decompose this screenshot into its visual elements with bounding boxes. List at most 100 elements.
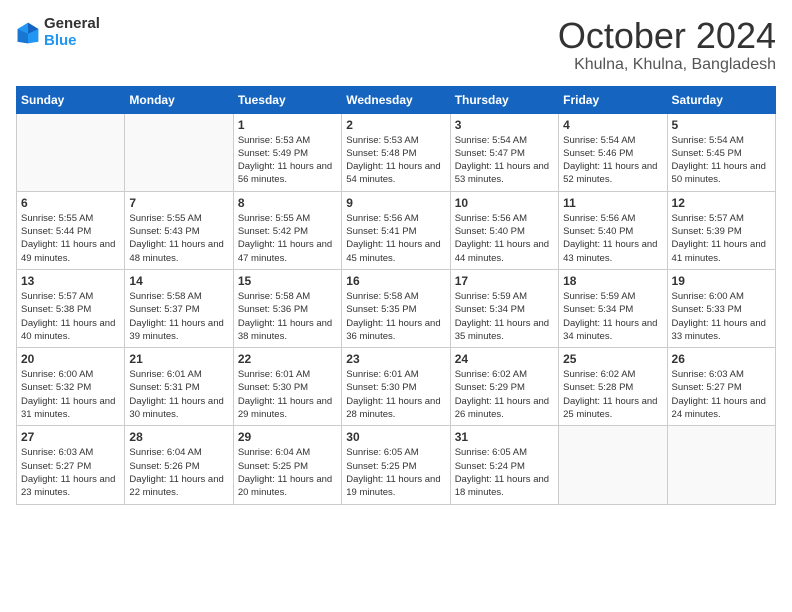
- calendar-cell: [559, 426, 667, 504]
- logo-line2: Blue: [44, 33, 100, 50]
- calendar-cell: 1 Sunrise: 5:53 AMSunset: 5:49 PMDaylight…: [233, 113, 341, 191]
- calendar-cell: 27 Sunrise: 6:03 AMSunset: 5:27 PMDayligh…: [17, 426, 125, 504]
- title-area: October 2024 Khulna, Khulna, Bangladesh: [558, 16, 776, 74]
- day-info: Sunrise: 6:03 AMSunset: 5:27 PMDaylight:…: [21, 446, 120, 499]
- logo-line1: General: [44, 16, 100, 33]
- logo-icon: [16, 21, 40, 45]
- calendar-cell: 17 Sunrise: 5:59 AMSunset: 5:34 PMDayligh…: [450, 269, 558, 347]
- calendar-cell: 7 Sunrise: 5:55 AMSunset: 5:43 PMDaylight…: [125, 191, 233, 269]
- calendar-cell: 20 Sunrise: 6:00 AMSunset: 5:32 PMDayligh…: [17, 348, 125, 426]
- calendar-cell: 4 Sunrise: 5:54 AMSunset: 5:46 PMDaylight…: [559, 113, 667, 191]
- day-info: Sunrise: 5:58 AMSunset: 5:36 PMDaylight:…: [238, 290, 337, 343]
- calendar-cell: 10Sunrise: 5:56 AMSunset: 5:40 PMDayligh…: [450, 191, 558, 269]
- header-row: SundayMondayTuesdayWednesdayThursdayFrid…: [17, 86, 776, 113]
- calendar-cell: 3 Sunrise: 5:54 AMSunset: 5:47 PMDaylight…: [450, 113, 558, 191]
- day-info: Sunrise: 5:54 AMSunset: 5:45 PMDaylight:…: [672, 134, 771, 187]
- day-number: 4: [563, 118, 662, 132]
- logo: General Blue: [16, 16, 100, 49]
- logo-text: General Blue: [44, 16, 100, 49]
- calendar-cell: 12Sunrise: 5:57 AMSunset: 5:39 PMDayligh…: [667, 191, 775, 269]
- header-day: Saturday: [667, 86, 775, 113]
- calendar-cell: 22 Sunrise: 6:01 AMSunset: 5:30 PMDayligh…: [233, 348, 341, 426]
- day-number: 11: [563, 196, 662, 210]
- day-number: 24: [455, 352, 554, 366]
- day-info: Sunrise: 6:05 AMSunset: 5:25 PMDaylight:…: [346, 446, 445, 499]
- day-info: Sunrise: 5:53 AMSunset: 5:48 PMDaylight:…: [346, 134, 445, 187]
- day-info: Sunrise: 6:02 AMSunset: 5:29 PMDaylight:…: [455, 368, 554, 421]
- calendar-week: 6Sunrise: 5:55 AMSunset: 5:44 PMDaylight…: [17, 191, 776, 269]
- day-info: Sunrise: 6:04 AMSunset: 5:25 PMDaylight:…: [238, 446, 337, 499]
- calendar-cell: 8Sunrise: 5:55 AMSunset: 5:42 PMDaylight…: [233, 191, 341, 269]
- calendar-cell: 18 Sunrise: 5:59 AMSunset: 5:34 PMDayligh…: [559, 269, 667, 347]
- day-info: Sunrise: 5:56 AMSunset: 5:40 PMDaylight:…: [563, 212, 662, 265]
- day-info: Sunrise: 5:56 AMSunset: 5:40 PMDaylight:…: [455, 212, 554, 265]
- calendar-cell: 19 Sunrise: 6:00 AMSunset: 5:33 PMDayligh…: [667, 269, 775, 347]
- calendar-cell: 5 Sunrise: 5:54 AMSunset: 5:45 PMDaylight…: [667, 113, 775, 191]
- day-info: Sunrise: 6:05 AMSunset: 5:24 PMDaylight:…: [455, 446, 554, 499]
- day-number: 31: [455, 430, 554, 444]
- calendar-cell: 15Sunrise: 5:58 AMSunset: 5:36 PMDayligh…: [233, 269, 341, 347]
- day-info: Sunrise: 6:02 AMSunset: 5:28 PMDaylight:…: [563, 368, 662, 421]
- calendar-cell: 29 Sunrise: 6:04 AMSunset: 5:25 PMDayligh…: [233, 426, 341, 504]
- day-info: Sunrise: 6:01 AMSunset: 5:30 PMDaylight:…: [238, 368, 337, 421]
- month-title: October 2024: [558, 16, 776, 56]
- calendar-cell: 31 Sunrise: 6:05 AMSunset: 5:24 PMDayligh…: [450, 426, 558, 504]
- calendar-cell: 14Sunrise: 5:58 AMSunset: 5:37 PMDayligh…: [125, 269, 233, 347]
- calendar-cell: 2 Sunrise: 5:53 AMSunset: 5:48 PMDaylight…: [342, 113, 450, 191]
- day-info: Sunrise: 6:01 AMSunset: 5:31 PMDaylight:…: [129, 368, 228, 421]
- day-info: Sunrise: 6:01 AMSunset: 5:30 PMDaylight:…: [346, 368, 445, 421]
- header-day: Thursday: [450, 86, 558, 113]
- calendar-week: 20 Sunrise: 6:00 AMSunset: 5:32 PMDayligh…: [17, 348, 776, 426]
- day-info: Sunrise: 6:03 AMSunset: 5:27 PMDaylight:…: [672, 368, 771, 421]
- calendar-cell: 30Sunrise: 6:05 AMSunset: 5:25 PMDayligh…: [342, 426, 450, 504]
- day-number: 23: [346, 352, 445, 366]
- day-info: Sunrise: 5:55 AMSunset: 5:42 PMDaylight:…: [238, 212, 337, 265]
- header: General Blue October 2024 Khulna, Khulna…: [16, 16, 776, 74]
- day-number: 17: [455, 274, 554, 288]
- day-info: Sunrise: 6:04 AMSunset: 5:26 PMDaylight:…: [129, 446, 228, 499]
- day-info: Sunrise: 5:55 AMSunset: 5:43 PMDaylight:…: [129, 212, 228, 265]
- calendar-cell: 24 Sunrise: 6:02 AMSunset: 5:29 PMDayligh…: [450, 348, 558, 426]
- day-number: 18: [563, 274, 662, 288]
- day-number: 26: [672, 352, 771, 366]
- calendar-cell: [125, 113, 233, 191]
- header-day: Tuesday: [233, 86, 341, 113]
- day-info: Sunrise: 5:54 AMSunset: 5:46 PMDaylight:…: [563, 134, 662, 187]
- day-number: 14: [129, 274, 228, 288]
- day-number: 22: [238, 352, 337, 366]
- day-number: 19: [672, 274, 771, 288]
- day-number: 27: [21, 430, 120, 444]
- day-number: 5: [672, 118, 771, 132]
- day-number: 13: [21, 274, 120, 288]
- calendar-cell: 26 Sunrise: 6:03 AMSunset: 5:27 PMDayligh…: [667, 348, 775, 426]
- day-number: 20: [21, 352, 120, 366]
- day-number: 1: [238, 118, 337, 132]
- header-day: Monday: [125, 86, 233, 113]
- day-number: 2: [346, 118, 445, 132]
- day-info: Sunrise: 5:59 AMSunset: 5:34 PMDaylight:…: [563, 290, 662, 343]
- day-number: 25: [563, 352, 662, 366]
- calendar-header: SundayMondayTuesdayWednesdayThursdayFrid…: [17, 86, 776, 113]
- header-day: Sunday: [17, 86, 125, 113]
- calendar-cell: 11 Sunrise: 5:56 AMSunset: 5:40 PMDayligh…: [559, 191, 667, 269]
- day-number: 29: [238, 430, 337, 444]
- calendar-cell: 16Sunrise: 5:58 AMSunset: 5:35 PMDayligh…: [342, 269, 450, 347]
- day-number: 3: [455, 118, 554, 132]
- calendar-cell: 13 Sunrise: 5:57 AMSunset: 5:38 PMDayligh…: [17, 269, 125, 347]
- header-day: Wednesday: [342, 86, 450, 113]
- day-number: 6: [21, 196, 120, 210]
- day-info: Sunrise: 5:57 AMSunset: 5:38 PMDaylight:…: [21, 290, 120, 343]
- calendar-week: 1 Sunrise: 5:53 AMSunset: 5:49 PMDaylight…: [17, 113, 776, 191]
- day-info: Sunrise: 6:00 AMSunset: 5:33 PMDaylight:…: [672, 290, 771, 343]
- header-day: Friday: [559, 86, 667, 113]
- day-info: Sunrise: 5:54 AMSunset: 5:47 PMDaylight:…: [455, 134, 554, 187]
- day-number: 28: [129, 430, 228, 444]
- calendar-week: 27 Sunrise: 6:03 AMSunset: 5:27 PMDayligh…: [17, 426, 776, 504]
- day-info: Sunrise: 6:00 AMSunset: 5:32 PMDaylight:…: [21, 368, 120, 421]
- day-info: Sunrise: 5:53 AMSunset: 5:49 PMDaylight:…: [238, 134, 337, 187]
- day-info: Sunrise: 5:58 AMSunset: 5:35 PMDaylight:…: [346, 290, 445, 343]
- day-info: Sunrise: 5:59 AMSunset: 5:34 PMDaylight:…: [455, 290, 554, 343]
- day-number: 21: [129, 352, 228, 366]
- day-number: 7: [129, 196, 228, 210]
- day-info: Sunrise: 5:57 AMSunset: 5:39 PMDaylight:…: [672, 212, 771, 265]
